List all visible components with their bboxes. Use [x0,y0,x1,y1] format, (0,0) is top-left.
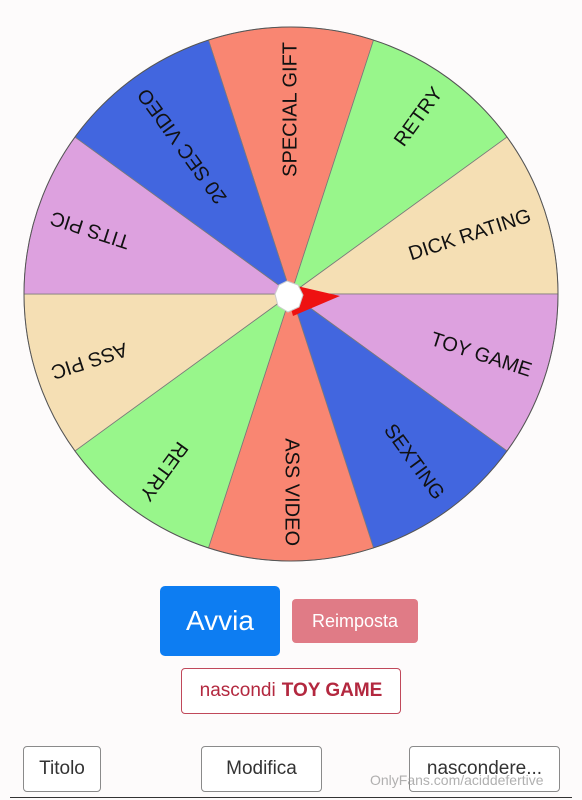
watermark-text: OnlyFans.com/aciddefertive [370,772,544,788]
hide-prefix-label: nascondi [199,680,276,701]
reset-button[interactable]: Reimposta [292,599,418,643]
edit-button[interactable]: Modifica [201,746,322,792]
wheel-segment-label: ASS VIDEO [281,438,303,546]
wheel-segment-label: SPECIAL GIFT [279,42,301,177]
spin-wheel[interactable]: SPECIAL GIFT RETRY DICK RATING TOY GAME SEXT… [0,0,582,580]
title-button[interactable]: Titolo [23,746,101,792]
hide-target-label: TOY GAME [281,680,383,701]
hide-segment-button[interactable]: nascondi TOY GAME [181,668,401,714]
wheel-graphic: SPECIAL GIFT RETRYDICK RATINGTOY GAMESEXT… [23,26,559,562]
spin-button[interactable]: Avvia [160,586,280,656]
divider [10,797,572,798]
